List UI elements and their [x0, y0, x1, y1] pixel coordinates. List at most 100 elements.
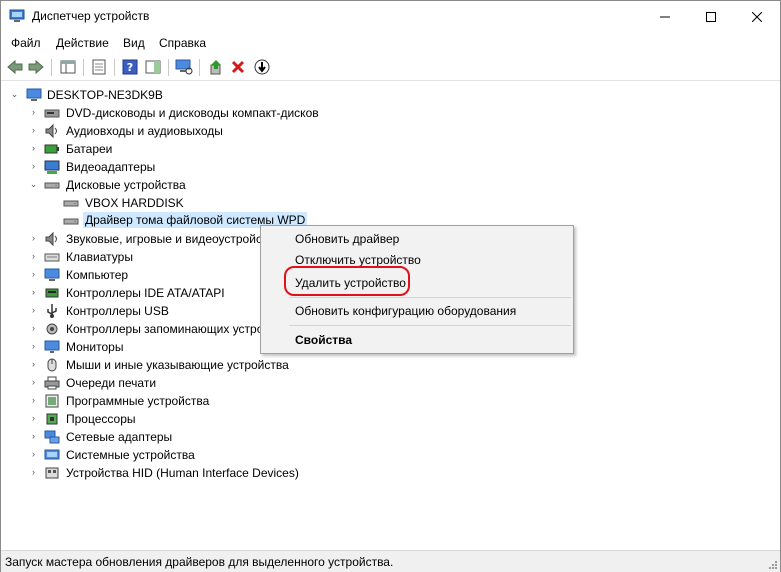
expand-icon[interactable]: ›: [29, 378, 38, 387]
printer-icon: [44, 376, 60, 390]
expand-icon[interactable]: ›: [29, 324, 38, 333]
toolbar-separator: [83, 59, 84, 76]
disk-drive-icon: [44, 182, 60, 189]
scan-hardware-button[interactable]: [175, 58, 193, 76]
tree-item-label: Аудиовходы и аудиовыходы: [66, 124, 223, 138]
processor-icon: [46, 413, 58, 425]
update-driver-button[interactable]: [207, 58, 225, 76]
system-device-icon: [44, 449, 60, 460]
highlight-annotation: [284, 266, 410, 296]
keyboard-icon: [44, 253, 60, 262]
tree-item-label: Устройства HID (Human Interface Devices): [66, 466, 299, 480]
red-x-icon: [231, 60, 245, 74]
tree-item-label: Клавиатуры: [66, 250, 133, 264]
tree-item-label: Дисковые устройства: [66, 178, 186, 192]
monitor-icon: [44, 340, 60, 353]
tree-item-label: Мониторы: [66, 340, 124, 354]
maximize-button[interactable]: [688, 1, 734, 32]
properties-icon: [92, 59, 106, 75]
menu-action[interactable]: Действие: [56, 36, 109, 50]
expand-icon[interactable]: ›: [29, 450, 38, 459]
toolbar-separator: [168, 59, 169, 76]
expand-icon[interactable]: ›: [29, 288, 38, 297]
expand-icon[interactable]: ›: [29, 108, 38, 117]
uninstall-device-button[interactable]: [229, 58, 247, 76]
expand-icon[interactable]: ›: [29, 468, 38, 477]
ctx-update-driver[interactable]: Обновить драйвер: [295, 232, 399, 246]
collapse-icon[interactable]: ⌄: [29, 180, 38, 189]
forward-arrow-icon: [28, 60, 44, 74]
device-manager-icon: [9, 9, 25, 22]
expand-icon[interactable]: ›: [29, 144, 38, 153]
maximize-icon: [706, 11, 716, 22]
expand-icon[interactable]: ›: [29, 342, 38, 351]
close-button[interactable]: [734, 1, 780, 32]
expand-icon[interactable]: ›: [29, 414, 38, 423]
svg-text:?: ?: [127, 61, 133, 74]
tree-item-label: Звуковые, игровые и видеоустройства: [66, 232, 281, 246]
expand-icon[interactable]: ›: [29, 360, 38, 369]
help-toolbar-button[interactable]: ?: [121, 58, 139, 76]
dvd-icon: [44, 109, 60, 118]
action-pane-button[interactable]: [144, 58, 162, 76]
tree-item-label: Очереди печати: [66, 376, 157, 390]
tree-item-label: Компьютер: [66, 268, 129, 282]
window-title: Диспетчер устройств: [32, 9, 150, 23]
ctx-properties[interactable]: Свойства: [295, 333, 352, 347]
ctx-scan-hardware[interactable]: Обновить конфигурацию оборудования: [295, 304, 516, 318]
tree-item-label: Контроллеры запоминающих устройств: [66, 322, 288, 336]
action-pane-icon: [145, 60, 161, 74]
toolbar-separator: [51, 59, 52, 76]
speaker-icon: [45, 231, 57, 247]
resize-grip-icon[interactable]: [768, 560, 778, 570]
computer-icon: [26, 88, 42, 101]
forward-button[interactable]: [27, 58, 45, 76]
menu-bar: Файл Действие Вид Справка: [1, 33, 780, 53]
tree-item-label: Программные устройства: [66, 394, 210, 408]
minimize-button[interactable]: [642, 1, 688, 32]
expand-icon[interactable]: ›: [29, 270, 38, 279]
expand-icon[interactable]: ›: [29, 252, 38, 261]
speaker-icon: [45, 123, 57, 139]
expand-icon[interactable]: ›: [29, 162, 38, 171]
display-adapter-icon: [44, 160, 60, 174]
expand-icon[interactable]: ›: [29, 306, 38, 315]
software-device-icon: [45, 394, 59, 408]
ctx-disable-device[interactable]: Отключить устройство: [295, 253, 421, 267]
tree-item-label: Батареи: [66, 142, 113, 156]
device-manager-window: Диспетчер устройств Файл Действие Вид Сп…: [0, 0, 781, 572]
disk-drive-icon: [63, 218, 79, 225]
properties-toolbar-button[interactable]: [90, 58, 108, 76]
ide-controller-icon: [45, 288, 59, 298]
disk-drive-icon: [63, 200, 79, 207]
tree-item-label: Контроллеры IDE ATA/ATAPI: [66, 286, 225, 300]
status-text: Запуск мастера обновления драйверов для …: [5, 555, 394, 569]
tree-item-label: Системные устройства: [66, 448, 195, 462]
minimize-icon: [660, 16, 670, 17]
tree-item-label: Видеоадаптеры: [66, 160, 156, 174]
tree-item-label: Сетевые адаптеры: [66, 430, 173, 444]
help-icon: ?: [122, 59, 138, 75]
back-button[interactable]: [6, 58, 24, 76]
expand-icon[interactable]: ›: [29, 432, 38, 441]
show-hide-console-tree-button[interactable]: [59, 58, 77, 76]
ctx-separator: [289, 325, 571, 326]
expand-icon[interactable]: ›: [29, 126, 38, 135]
computer-icon: [44, 268, 60, 281]
disable-device-button[interactable]: [253, 58, 271, 76]
collapse-icon[interactable]: ⌄: [10, 90, 19, 99]
update-driver-icon: [210, 60, 221, 75]
ctx-separator: [289, 297, 571, 298]
menu-help[interactable]: Справка: [159, 36, 206, 50]
expand-icon[interactable]: ›: [29, 396, 38, 405]
root-label: DESKTOP-NE3DK9B: [47, 88, 163, 102]
toolbar-separator: [114, 59, 115, 76]
expand-icon[interactable]: ›: [29, 234, 38, 243]
storage-controller-icon: [46, 323, 58, 335]
disable-arrow-down-icon: [254, 59, 270, 75]
menu-view[interactable]: Вид: [123, 36, 145, 50]
battery-icon: [44, 144, 59, 154]
tree-item-label: Процессоры: [66, 412, 136, 426]
scan-hardware-icon: [175, 59, 193, 75]
menu-file[interactable]: Файл: [11, 36, 41, 50]
